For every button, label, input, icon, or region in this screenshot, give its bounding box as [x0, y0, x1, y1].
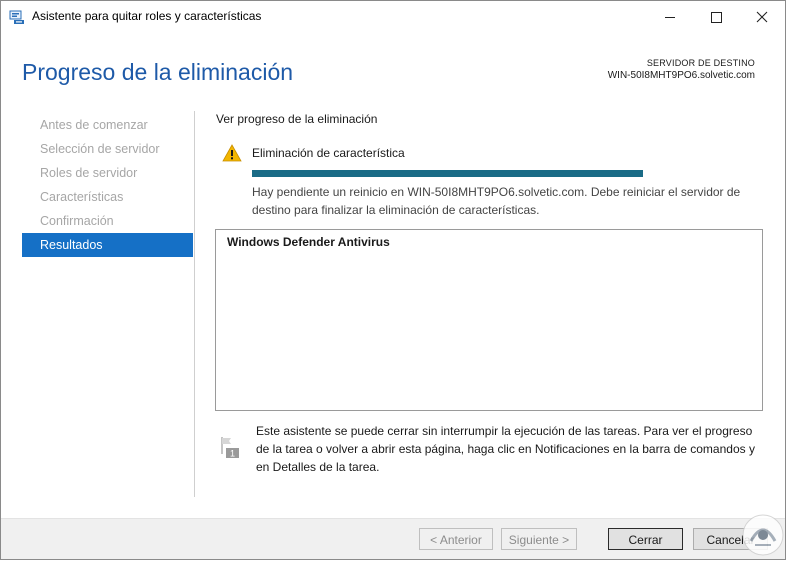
nav-item-caracteristicas[interactable]: Características [22, 185, 193, 209]
maximize-button[interactable] [693, 1, 739, 33]
removal-progress-bar [252, 170, 643, 177]
warning-icon [222, 144, 242, 162]
nav-divider [194, 111, 195, 497]
nav-item-antes-de-comenzar[interactable]: Antes de comenzar [22, 113, 193, 137]
wizard-window: Asistente para quitar roles y caracterís… [0, 0, 786, 560]
results-list[interactable]: Windows Defender Antivirus [215, 229, 763, 411]
minimize-button[interactable] [647, 1, 693, 33]
destination-server-label: SERVIDOR DE DESTINO [646, 58, 755, 68]
close-wizard-note: Este asistente se puede cerrar sin inter… [256, 424, 755, 474]
maximize-icon [710, 11, 722, 23]
nav-item-confirmacion[interactable]: Confirmación [22, 209, 193, 233]
section-title: Ver progreso de la eliminación [216, 112, 378, 126]
server-manager-icon [9, 9, 25, 25]
close-icon [756, 11, 768, 23]
wizard-nav: Antes de comenzar Selección de servidor … [22, 113, 193, 257]
operation-title: Eliminación de característica [252, 146, 405, 160]
previous-button[interactable]: < Anterior [419, 528, 493, 550]
close-button[interactable] [739, 1, 785, 33]
title-bar[interactable]: Asistente para quitar roles y caracterís… [1, 1, 785, 33]
nav-item-seleccion-de-servidor[interactable]: Selección de servidor [22, 137, 193, 161]
destination-server-name: WIN-50I8MHT9PO6.solvetic.com [607, 70, 755, 81]
nav-item-roles-de-servidor[interactable]: Roles de servidor [22, 161, 193, 185]
progress-fill [252, 170, 643, 177]
window-title: Asistente para quitar roles y caracterís… [32, 9, 262, 23]
notification-flag-icon: 1 [220, 436, 240, 459]
note-badge-number: 1 [230, 449, 235, 459]
restart-pending-message: Hay pendiente un reinicio en WIN-50I8MHT… [252, 185, 741, 217]
result-item-windows-defender: Windows Defender Antivirus [227, 235, 390, 249]
minimize-icon [665, 16, 675, 18]
next-button[interactable]: Siguiente > [501, 528, 577, 550]
watermark-logo [741, 513, 785, 557]
close-wizard-button[interactable]: Cerrar [608, 528, 683, 550]
page-title: Progreso de la eliminación [22, 59, 294, 85]
nav-item-resultados[interactable]: Resultados [22, 233, 193, 257]
